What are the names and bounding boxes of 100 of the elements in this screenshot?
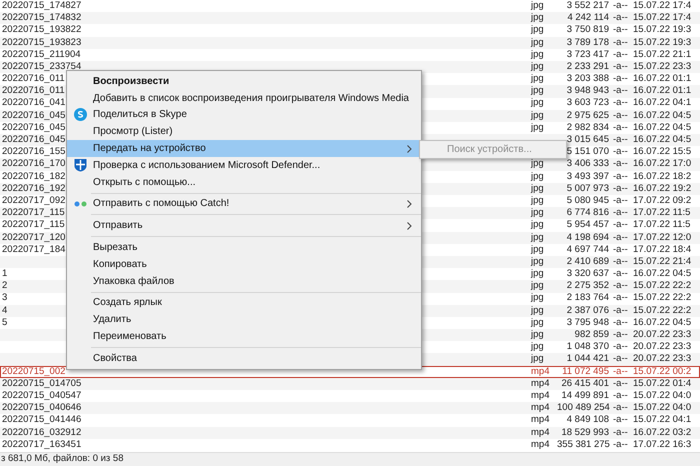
file-date: 16.07.22 04:5: [633, 122, 692, 133]
file-name: 20220717_163451: [2, 438, 82, 450]
file-date: 15.07.22 17:4: [633, 12, 692, 24]
status-text: з 681,0 Мб, файлов: 0 из 58: [0, 452, 124, 466]
file-extension: jpg: [531, 292, 544, 304]
file-attributes: -a--: [613, 24, 628, 36]
file-extension: mp4: [531, 426, 550, 438]
file-size: 3 603 723: [566, 97, 609, 108]
file-size: 3 203 388: [566, 73, 609, 84]
file-extension: jpg: [531, 219, 544, 230]
file-extension: mp4: [531, 402, 550, 414]
file-size: 5 151 070: [566, 146, 609, 158]
file-name: 20220716_155: [2, 146, 66, 158]
file-size: 2 410 689: [566, 256, 609, 267]
file-extension: jpg: [531, 329, 544, 340]
file-date: 17.07.22 09:2: [633, 194, 692, 206]
file-size: 982 859: [574, 329, 609, 340]
file-date: 15.07.22 04:1: [633, 414, 692, 426]
file-date: 15.07.22 23:3: [633, 60, 692, 72]
file-date: 16.07.22 19:2: [633, 182, 692, 194]
file-date: 16.07.22 04:5: [633, 134, 692, 146]
file-extension: mp4: [531, 414, 550, 426]
file-size: 5 080 945: [566, 194, 609, 206]
file-name: 20220717_092: [2, 194, 66, 206]
file-size: 2 233 291: [566, 60, 609, 72]
file-attributes: -a--: [613, 194, 628, 206]
file-attributes: -a--: [613, 414, 628, 426]
file-date: 17.07.22 11:5: [633, 207, 690, 218]
file-date: 15.07.22 04:0: [633, 390, 692, 401]
file-attributes: -a--: [613, 85, 628, 96]
file-name: 20220716_045: [2, 110, 66, 121]
file-date: 16.07.22 01:1: [633, 85, 692, 96]
file-size: 3 552 217: [566, 0, 609, 11]
file-name: 2: [2, 280, 8, 292]
file-name: 20220716_045: [2, 134, 66, 146]
file-extension: jpg: [531, 36, 544, 48]
file-extension: jpg: [531, 0, 544, 11]
file-attributes: -a--: [613, 48, 628, 60]
file-size: 355 381 275: [557, 438, 610, 450]
file-date: 15.07.22 04:0: [633, 402, 692, 414]
file-attributes: -a--: [613, 353, 628, 364]
file-size: 2 183 764: [566, 292, 609, 304]
file-attributes: -a--: [613, 219, 628, 230]
file-attributes: -a--: [613, 158, 628, 170]
file-date: 15.07.22 17:4: [633, 0, 692, 11]
file-name: 20220716_170: [2, 158, 66, 170]
file-extension: jpg: [531, 256, 544, 267]
file-size: 14 499 891: [561, 390, 609, 401]
file-name: 20220716_045: [2, 122, 66, 133]
file-date: 16.07.22 17:0: [633, 158, 692, 170]
file-name: 20220715_002: [2, 366, 66, 377]
file-date: 17.07.22 18:4: [633, 244, 692, 255]
file-date: 15.07.22 21:1: [633, 48, 692, 60]
file-date: 16.07.22 15:5: [633, 146, 692, 158]
file-extension: jpg: [531, 48, 544, 60]
file-size: 18 529 993: [561, 426, 609, 438]
file-extension: jpg: [531, 12, 544, 24]
file-date: 15.07.22 00:2: [633, 366, 692, 377]
file-attributes: -a--: [613, 268, 628, 280]
file-attributes: -a--: [613, 292, 628, 304]
file-date: 15.07.22 21:4: [633, 256, 692, 267]
file-date: 15.07.22 01:4: [633, 378, 692, 389]
file-name: 20220715_014705: [2, 378, 82, 389]
file-size: 1 044 421: [566, 353, 609, 364]
file-date: 16.07.22 03:2: [633, 426, 692, 438]
file-name: 20220716_192: [2, 182, 66, 194]
file-size: 3 493 397: [566, 170, 609, 182]
file-extension: jpg: [531, 24, 544, 36]
file-attributes: -a--: [613, 402, 628, 414]
file-name: 20220717_115: [2, 219, 65, 230]
file-size: 3 320 637: [566, 268, 609, 280]
file-name: 5: [2, 316, 8, 328]
file-attributes: -a--: [613, 366, 628, 377]
file-name: 20220716_011: [2, 85, 65, 96]
file-attributes: -a--: [613, 146, 628, 158]
file-name: 20220716_032912: [2, 426, 82, 438]
file-attributes: -a--: [613, 316, 628, 328]
file-extension: jpg: [531, 170, 544, 182]
file-name: 20220715_193823: [2, 36, 82, 48]
file-name: 20220715_040547: [2, 390, 82, 401]
file-name: 20220715_174832: [2, 12, 82, 24]
file-name: 20220716_182: [2, 170, 66, 182]
file-date: 17.07.22 16:3: [633, 438, 692, 450]
file-size: 3 723 417: [566, 48, 609, 60]
file-date: 17.07.22 11:5: [633, 219, 690, 230]
file-extension: jpg: [531, 316, 544, 328]
file-name: 20220717_120: [2, 232, 66, 243]
file-extension: jpg: [531, 341, 544, 352]
file-date: 17.07.22 12:0: [633, 232, 692, 243]
file-date: 15.07.22 22:2: [633, 304, 692, 316]
file-extension: jpg: [531, 110, 544, 121]
file-date: 16.07.22 04:5: [633, 316, 692, 328]
file-attributes: -a--: [613, 304, 628, 316]
file-extension: jpg: [531, 158, 544, 170]
file-name: 20220715_174827: [2, 0, 82, 11]
file-extension: mp4: [531, 366, 550, 377]
file-extension: jpg: [531, 280, 544, 292]
file-extension: jpg: [531, 60, 544, 72]
file-size: 26 415 401: [561, 378, 609, 389]
file-name: 20220715_041446: [2, 414, 82, 426]
